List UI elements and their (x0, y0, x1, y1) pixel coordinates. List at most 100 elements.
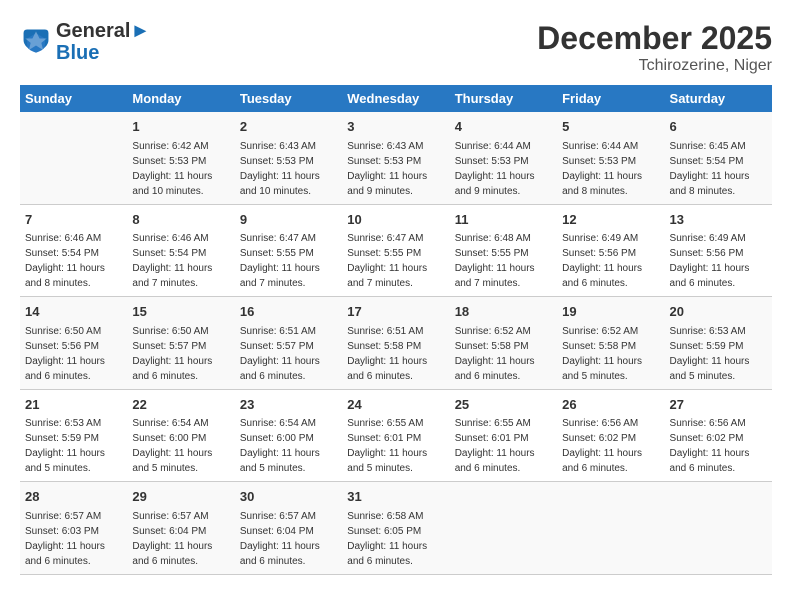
calendar-cell (450, 482, 557, 575)
day-info: Sunrise: 6:49 AM Sunset: 5:56 PM Dayligh… (670, 231, 767, 291)
day-number: 23 (240, 395, 337, 415)
day-info: Sunrise: 6:49 AM Sunset: 5:56 PM Dayligh… (562, 231, 659, 291)
day-number: 19 (562, 302, 659, 322)
day-info: Sunrise: 6:43 AM Sunset: 5:53 PM Dayligh… (240, 139, 337, 199)
day-info: Sunrise: 6:57 AM Sunset: 6:04 PM Dayligh… (240, 509, 337, 569)
day-number: 2 (240, 117, 337, 137)
calendar-cell (20, 112, 127, 204)
day-info: Sunrise: 6:45 AM Sunset: 5:54 PM Dayligh… (670, 139, 767, 199)
calendar-week-row: 28Sunrise: 6:57 AM Sunset: 6:03 PM Dayli… (20, 482, 772, 575)
calendar-week-row: 21Sunrise: 6:53 AM Sunset: 5:59 PM Dayli… (20, 389, 772, 482)
day-number: 29 (132, 487, 229, 507)
day-number: 31 (347, 487, 444, 507)
calendar-cell: 11Sunrise: 6:48 AM Sunset: 5:55 PM Dayli… (450, 204, 557, 297)
calendar-cell: 23Sunrise: 6:54 AM Sunset: 6:00 PM Dayli… (235, 389, 342, 482)
calendar-cell: 20Sunrise: 6:53 AM Sunset: 5:59 PM Dayli… (665, 297, 772, 390)
calendar-cell: 22Sunrise: 6:54 AM Sunset: 6:00 PM Dayli… (127, 389, 234, 482)
calendar-cell: 17Sunrise: 6:51 AM Sunset: 5:58 PM Dayli… (342, 297, 449, 390)
calendar-cell: 5Sunrise: 6:44 AM Sunset: 5:53 PM Daylig… (557, 112, 664, 204)
day-info: Sunrise: 6:52 AM Sunset: 5:58 PM Dayligh… (562, 324, 659, 384)
day-number: 3 (347, 117, 444, 137)
day-number: 26 (562, 395, 659, 415)
calendar-cell: 27Sunrise: 6:56 AM Sunset: 6:02 PM Dayli… (665, 389, 772, 482)
day-number: 30 (240, 487, 337, 507)
calendar-cell: 26Sunrise: 6:56 AM Sunset: 6:02 PM Dayli… (557, 389, 664, 482)
day-info: Sunrise: 6:58 AM Sunset: 6:05 PM Dayligh… (347, 509, 444, 569)
day-number: 24 (347, 395, 444, 415)
calendar-cell (665, 482, 772, 575)
calendar-cell: 24Sunrise: 6:55 AM Sunset: 6:01 PM Dayli… (342, 389, 449, 482)
calendar-cell: 14Sunrise: 6:50 AM Sunset: 5:56 PM Dayli… (20, 297, 127, 390)
day-number: 13 (670, 210, 767, 230)
calendar-table: SundayMondayTuesdayWednesdayThursdayFrid… (20, 85, 772, 575)
calendar-cell: 16Sunrise: 6:51 AM Sunset: 5:57 PM Dayli… (235, 297, 342, 390)
day-number: 10 (347, 210, 444, 230)
day-number: 11 (455, 210, 552, 230)
day-number: 22 (132, 395, 229, 415)
day-number: 17 (347, 302, 444, 322)
day-info: Sunrise: 6:46 AM Sunset: 5:54 PM Dayligh… (25, 231, 122, 291)
day-info: Sunrise: 6:51 AM Sunset: 5:58 PM Dayligh… (347, 324, 444, 384)
day-info: Sunrise: 6:57 AM Sunset: 6:03 PM Dayligh… (25, 509, 122, 569)
day-info: Sunrise: 6:43 AM Sunset: 5:53 PM Dayligh… (347, 139, 444, 199)
calendar-cell: 10Sunrise: 6:47 AM Sunset: 5:55 PM Dayli… (342, 204, 449, 297)
calendar-cell: 6Sunrise: 6:45 AM Sunset: 5:54 PM Daylig… (665, 112, 772, 204)
day-info: Sunrise: 6:57 AM Sunset: 6:04 PM Dayligh… (132, 509, 229, 569)
calendar-cell: 29Sunrise: 6:57 AM Sunset: 6:04 PM Dayli… (127, 482, 234, 575)
day-info: Sunrise: 6:47 AM Sunset: 5:55 PM Dayligh… (347, 231, 444, 291)
calendar-cell: 9Sunrise: 6:47 AM Sunset: 5:55 PM Daylig… (235, 204, 342, 297)
logo: General► Blue (20, 20, 150, 64)
calendar-cell: 4Sunrise: 6:44 AM Sunset: 5:53 PM Daylig… (450, 112, 557, 204)
day-number: 21 (25, 395, 122, 415)
page-header: General► Blue December 2025 Tchirozerine… (20, 20, 772, 75)
calendar-cell: 1Sunrise: 6:42 AM Sunset: 5:53 PM Daylig… (127, 112, 234, 204)
day-header-saturday: Saturday (665, 85, 772, 112)
calendar-cell: 7Sunrise: 6:46 AM Sunset: 5:54 PM Daylig… (20, 204, 127, 297)
day-number: 9 (240, 210, 337, 230)
day-number: 5 (562, 117, 659, 137)
day-header-monday: Monday (127, 85, 234, 112)
calendar-week-row: 7Sunrise: 6:46 AM Sunset: 5:54 PM Daylig… (20, 204, 772, 297)
day-number: 4 (455, 117, 552, 137)
logo-icon (20, 26, 52, 58)
day-number: 1 (132, 117, 229, 137)
location: Tchirozerine, Niger (537, 57, 772, 75)
logo-text: General► Blue (56, 20, 150, 64)
day-number: 12 (562, 210, 659, 230)
calendar-cell: 8Sunrise: 6:46 AM Sunset: 5:54 PM Daylig… (127, 204, 234, 297)
day-info: Sunrise: 6:53 AM Sunset: 5:59 PM Dayligh… (670, 324, 767, 384)
day-number: 18 (455, 302, 552, 322)
day-number: 27 (670, 395, 767, 415)
day-info: Sunrise: 6:56 AM Sunset: 6:02 PM Dayligh… (562, 416, 659, 476)
day-number: 14 (25, 302, 122, 322)
calendar-week-row: 14Sunrise: 6:50 AM Sunset: 5:56 PM Dayli… (20, 297, 772, 390)
day-info: Sunrise: 6:52 AM Sunset: 5:58 PM Dayligh… (455, 324, 552, 384)
day-number: 8 (132, 210, 229, 230)
calendar-cell: 21Sunrise: 6:53 AM Sunset: 5:59 PM Dayli… (20, 389, 127, 482)
day-header-thursday: Thursday (450, 85, 557, 112)
day-number: 15 (132, 302, 229, 322)
day-info: Sunrise: 6:54 AM Sunset: 6:00 PM Dayligh… (240, 416, 337, 476)
day-info: Sunrise: 6:54 AM Sunset: 6:00 PM Dayligh… (132, 416, 229, 476)
day-info: Sunrise: 6:48 AM Sunset: 5:55 PM Dayligh… (455, 231, 552, 291)
day-info: Sunrise: 6:50 AM Sunset: 5:56 PM Dayligh… (25, 324, 122, 384)
day-info: Sunrise: 6:44 AM Sunset: 5:53 PM Dayligh… (455, 139, 552, 199)
day-info: Sunrise: 6:44 AM Sunset: 5:53 PM Dayligh… (562, 139, 659, 199)
day-info: Sunrise: 6:55 AM Sunset: 6:01 PM Dayligh… (347, 416, 444, 476)
day-number: 7 (25, 210, 122, 230)
calendar-cell: 3Sunrise: 6:43 AM Sunset: 5:53 PM Daylig… (342, 112, 449, 204)
calendar-cell: 30Sunrise: 6:57 AM Sunset: 6:04 PM Dayli… (235, 482, 342, 575)
calendar-cell: 13Sunrise: 6:49 AM Sunset: 5:56 PM Dayli… (665, 204, 772, 297)
day-header-tuesday: Tuesday (235, 85, 342, 112)
day-info: Sunrise: 6:42 AM Sunset: 5:53 PM Dayligh… (132, 139, 229, 199)
day-header-friday: Friday (557, 85, 664, 112)
calendar-cell: 25Sunrise: 6:55 AM Sunset: 6:01 PM Dayli… (450, 389, 557, 482)
day-info: Sunrise: 6:50 AM Sunset: 5:57 PM Dayligh… (132, 324, 229, 384)
day-header-sunday: Sunday (20, 85, 127, 112)
calendar-cell: 15Sunrise: 6:50 AM Sunset: 5:57 PM Dayli… (127, 297, 234, 390)
day-info: Sunrise: 6:56 AM Sunset: 6:02 PM Dayligh… (670, 416, 767, 476)
day-info: Sunrise: 6:46 AM Sunset: 5:54 PM Dayligh… (132, 231, 229, 291)
day-info: Sunrise: 6:51 AM Sunset: 5:57 PM Dayligh… (240, 324, 337, 384)
calendar-cell: 31Sunrise: 6:58 AM Sunset: 6:05 PM Dayli… (342, 482, 449, 575)
calendar-cell: 18Sunrise: 6:52 AM Sunset: 5:58 PM Dayli… (450, 297, 557, 390)
